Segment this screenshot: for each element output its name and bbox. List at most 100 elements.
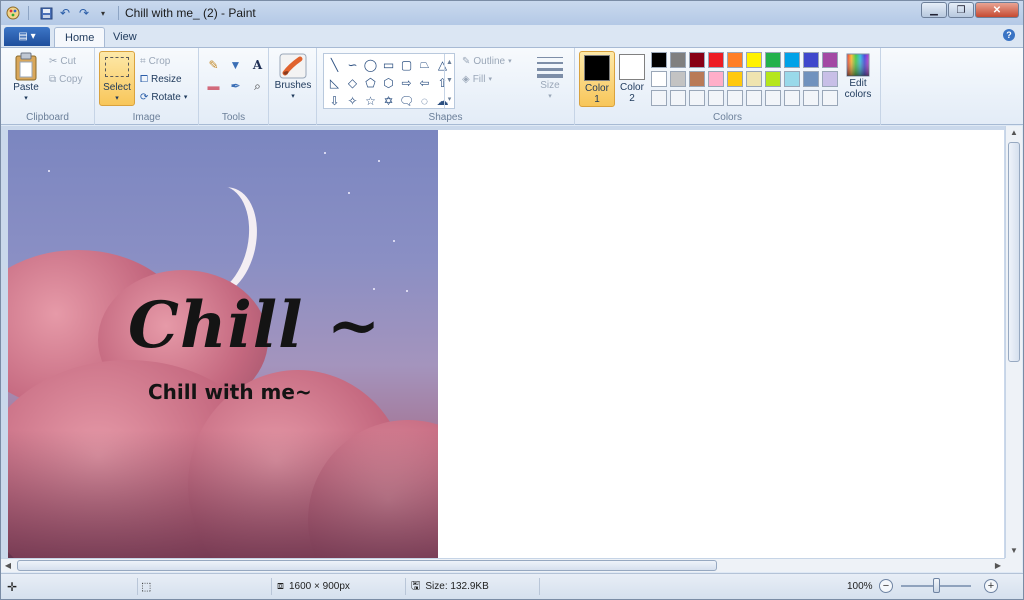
paint-app-icon[interactable] bbox=[5, 5, 21, 21]
zoom-in-icon[interactable]: + bbox=[984, 579, 998, 593]
palette-color-swatch[interactable] bbox=[822, 52, 838, 68]
scroll-down-icon[interactable]: ▼ bbox=[1006, 544, 1022, 558]
size-button[interactable]: Size ▾ bbox=[533, 52, 567, 102]
scroll-left-icon[interactable]: ◀ bbox=[1, 559, 15, 573]
save-icon[interactable] bbox=[38, 5, 54, 21]
fill-bucket-icon[interactable]: ▼ bbox=[226, 56, 245, 74]
palette-color-swatch[interactable] bbox=[765, 71, 781, 87]
oval-callout-shape-icon[interactable]: ◌ bbox=[416, 92, 433, 109]
custom-color-slot[interactable] bbox=[822, 90, 838, 106]
line-shape-icon[interactable]: ╲ bbox=[326, 56, 343, 73]
expand-icon[interactable]: ▾ bbox=[448, 95, 452, 103]
custom-color-slot[interactable] bbox=[784, 90, 800, 106]
paste-button[interactable]: Paste ▾ bbox=[9, 52, 43, 104]
select-button[interactable]: Select ▾ bbox=[99, 51, 135, 106]
palette-color-swatch[interactable] bbox=[708, 52, 724, 68]
crop-button[interactable]: ⌗ Crop bbox=[140, 53, 170, 69]
palette-color-swatch[interactable] bbox=[803, 71, 819, 87]
horizontal-scroll-thumb[interactable] bbox=[17, 560, 717, 571]
down-arrow-shape-icon[interactable]: ⇩ bbox=[326, 92, 343, 109]
palette-color-swatch[interactable] bbox=[822, 71, 838, 87]
polygon-shape-icon[interactable]: ⏢ bbox=[416, 56, 433, 73]
color1-button[interactable]: Color 1 bbox=[579, 51, 615, 107]
six-point-star-shape-icon[interactable]: ✡ bbox=[380, 92, 397, 109]
color2-number: 2 bbox=[629, 93, 635, 104]
palette-color-swatch[interactable] bbox=[746, 71, 762, 87]
color2-button[interactable]: Color 2 bbox=[614, 51, 650, 107]
eraser-icon[interactable]: ▬ bbox=[204, 77, 223, 95]
shapes-scrollbar[interactable]: ▲ ▼ ▾ bbox=[444, 54, 454, 108]
right-arrow-shape-icon[interactable]: ⇨ bbox=[398, 74, 415, 91]
custom-color-slot[interactable] bbox=[689, 90, 705, 106]
pencil-icon[interactable]: ✎ bbox=[204, 56, 223, 74]
color1-number: 1 bbox=[594, 94, 600, 105]
outline-button[interactable]: ✎ Outline ▾ bbox=[462, 53, 512, 69]
custom-color-slot[interactable] bbox=[708, 90, 724, 106]
customize-dropdown-icon[interactable]: ▾ bbox=[95, 5, 111, 21]
palette-color-swatch[interactable] bbox=[651, 71, 667, 87]
diamond-shape-icon[interactable]: ◇ bbox=[344, 74, 361, 91]
custom-color-slot[interactable] bbox=[746, 90, 762, 106]
copy-button[interactable]: ⧉ Copy bbox=[49, 71, 83, 87]
palette-color-swatch[interactable] bbox=[689, 71, 705, 87]
hexagon-shape-icon[interactable]: ⬡ bbox=[380, 74, 397, 91]
palette-color-swatch[interactable] bbox=[727, 52, 743, 68]
cut-button[interactable]: ✂ Cut bbox=[49, 53, 76, 69]
help-icon[interactable]: ? bbox=[1003, 29, 1015, 41]
rounded-rectangle-shape-icon[interactable]: ▢ bbox=[398, 56, 415, 73]
five-point-star-shape-icon[interactable]: ☆ bbox=[362, 92, 379, 109]
four-point-star-shape-icon[interactable]: ✧ bbox=[344, 92, 361, 109]
custom-color-slot[interactable] bbox=[727, 90, 743, 106]
oval-shape-icon[interactable]: ◯ bbox=[362, 56, 379, 73]
drawing-canvas[interactable]: Chill ~ Chill with me~ bbox=[8, 130, 1004, 558]
chevron-up-icon[interactable]: ▲ bbox=[446, 59, 453, 66]
minimize-button[interactable]: ▁ bbox=[921, 2, 947, 18]
custom-color-slot[interactable] bbox=[651, 90, 667, 106]
scroll-right-icon[interactable]: ▶ bbox=[991, 559, 1005, 573]
palette-color-swatch[interactable] bbox=[708, 71, 724, 87]
tab-view[interactable]: View bbox=[103, 27, 147, 47]
zoom-slider-thumb[interactable] bbox=[933, 578, 940, 593]
palette-color-swatch[interactable] bbox=[746, 52, 762, 68]
rotate-icon: ⟳ bbox=[140, 91, 149, 103]
palette-color-swatch[interactable] bbox=[670, 71, 686, 87]
clipboard-group: Paste ▾ ✂ Cut ⧉ Copy Clipboard bbox=[1, 48, 95, 125]
resize-button[interactable]: ⧠ Resize bbox=[140, 71, 182, 87]
text-tool-icon[interactable]: A bbox=[248, 56, 267, 74]
palette-color-swatch[interactable] bbox=[689, 52, 705, 68]
palette-color-swatch[interactable] bbox=[784, 52, 800, 68]
palette-color-swatch[interactable] bbox=[727, 71, 743, 87]
rounded-callout-shape-icon[interactable]: 🗨 bbox=[398, 92, 415, 109]
magnifier-icon[interactable]: ⌕ bbox=[248, 77, 267, 95]
vertical-scroll-thumb[interactable] bbox=[1008, 142, 1020, 362]
right-triangle-shape-icon[interactable]: ◺ bbox=[326, 74, 343, 91]
redo-icon[interactable]: ↷ bbox=[76, 5, 92, 21]
curve-shape-icon[interactable]: ∽ bbox=[344, 56, 361, 73]
scroll-up-icon[interactable]: ▲ bbox=[1006, 126, 1022, 140]
palette-color-swatch[interactable] bbox=[670, 52, 686, 68]
file-menu-button[interactable]: ▤ ▾ bbox=[4, 27, 50, 46]
chevron-down-icon[interactable]: ▼ bbox=[446, 77, 453, 84]
undo-icon[interactable]: ↶ bbox=[57, 5, 73, 21]
custom-color-slot[interactable] bbox=[803, 90, 819, 106]
custom-color-slot[interactable] bbox=[670, 90, 686, 106]
close-button[interactable]: ✕ bbox=[975, 2, 1019, 18]
palette-color-swatch[interactable] bbox=[803, 52, 819, 68]
palette-color-swatch[interactable] bbox=[784, 71, 800, 87]
left-arrow-shape-icon[interactable]: ⇦ bbox=[416, 74, 433, 91]
tab-home[interactable]: Home bbox=[54, 27, 106, 47]
rotate-button[interactable]: ⟳ Rotate ▾ bbox=[140, 89, 187, 105]
brushes-button[interactable]: Brushes ▾ bbox=[273, 52, 313, 102]
edit-colors-button[interactable]: Edit colors bbox=[841, 52, 875, 100]
palette-color-swatch[interactable] bbox=[651, 52, 667, 68]
vertical-scrollbar[interactable]: ▲ ▼ bbox=[1005, 126, 1022, 558]
zoom-out-icon[interactable]: − bbox=[879, 579, 893, 593]
custom-color-slot[interactable] bbox=[765, 90, 781, 106]
rectangle-shape-icon[interactable]: ▭ bbox=[380, 56, 397, 73]
fill-button[interactable]: ◈ Fill ▾ bbox=[462, 71, 492, 87]
color-picker-icon[interactable]: ✒ bbox=[226, 77, 245, 95]
palette-color-swatch[interactable] bbox=[765, 52, 781, 68]
maximize-button[interactable]: ❐ bbox=[948, 2, 974, 18]
pentagon-shape-icon[interactable]: ⬠ bbox=[362, 74, 379, 91]
horizontal-scrollbar[interactable]: ◀ ▶ bbox=[1, 558, 1005, 572]
